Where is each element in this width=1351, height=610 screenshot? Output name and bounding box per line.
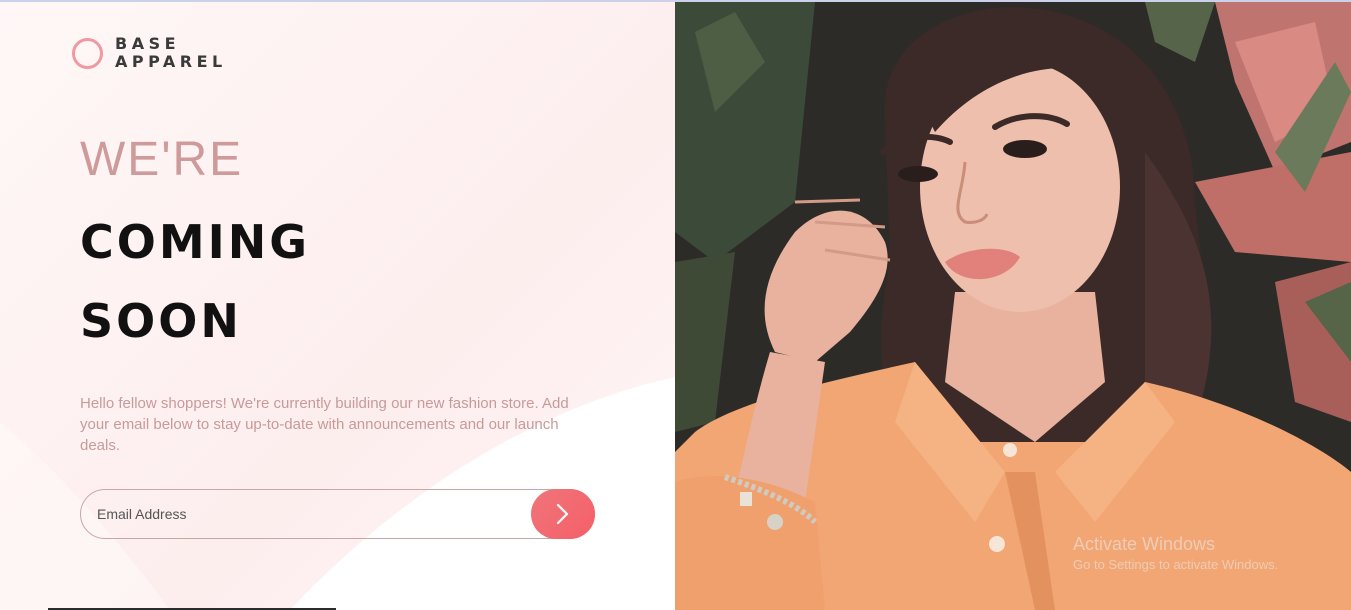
woman-in-orange-shirt-photo — [675, 2, 1351, 610]
brand-name: BASE APPAREL — [115, 35, 227, 71]
brand-logo[interactable]: BASE APPAREL — [72, 35, 227, 71]
headline-were: WE'RE — [80, 133, 244, 186]
chevron-right-icon — [556, 503, 569, 525]
watermark-title: Activate Windows — [1073, 534, 1216, 554]
submit-button[interactable] — [531, 489, 595, 539]
brand-name-line2: APPAREL — [115, 52, 227, 71]
left-panel: BASE APPAREL WE'RE COMING SOON Hello fel… — [0, 2, 675, 610]
circle-logo-icon — [72, 37, 103, 69]
brand-name-line1: BASE — [115, 34, 181, 53]
headline-soon: SOON — [80, 294, 242, 348]
email-input[interactable] — [80, 489, 595, 539]
headline-coming: COMING — [80, 215, 311, 269]
description-text: Hello fellow shoppers! We're currently b… — [80, 395, 569, 454]
hero-photo-illustration — [675, 2, 1351, 610]
activate-windows-watermark: Activate Windows Go to Settings to activ… — [1073, 533, 1278, 574]
subscribe-form — [80, 489, 595, 539]
watermark-subtitle: Go to Settings to activate Windows. — [1073, 557, 1279, 572]
